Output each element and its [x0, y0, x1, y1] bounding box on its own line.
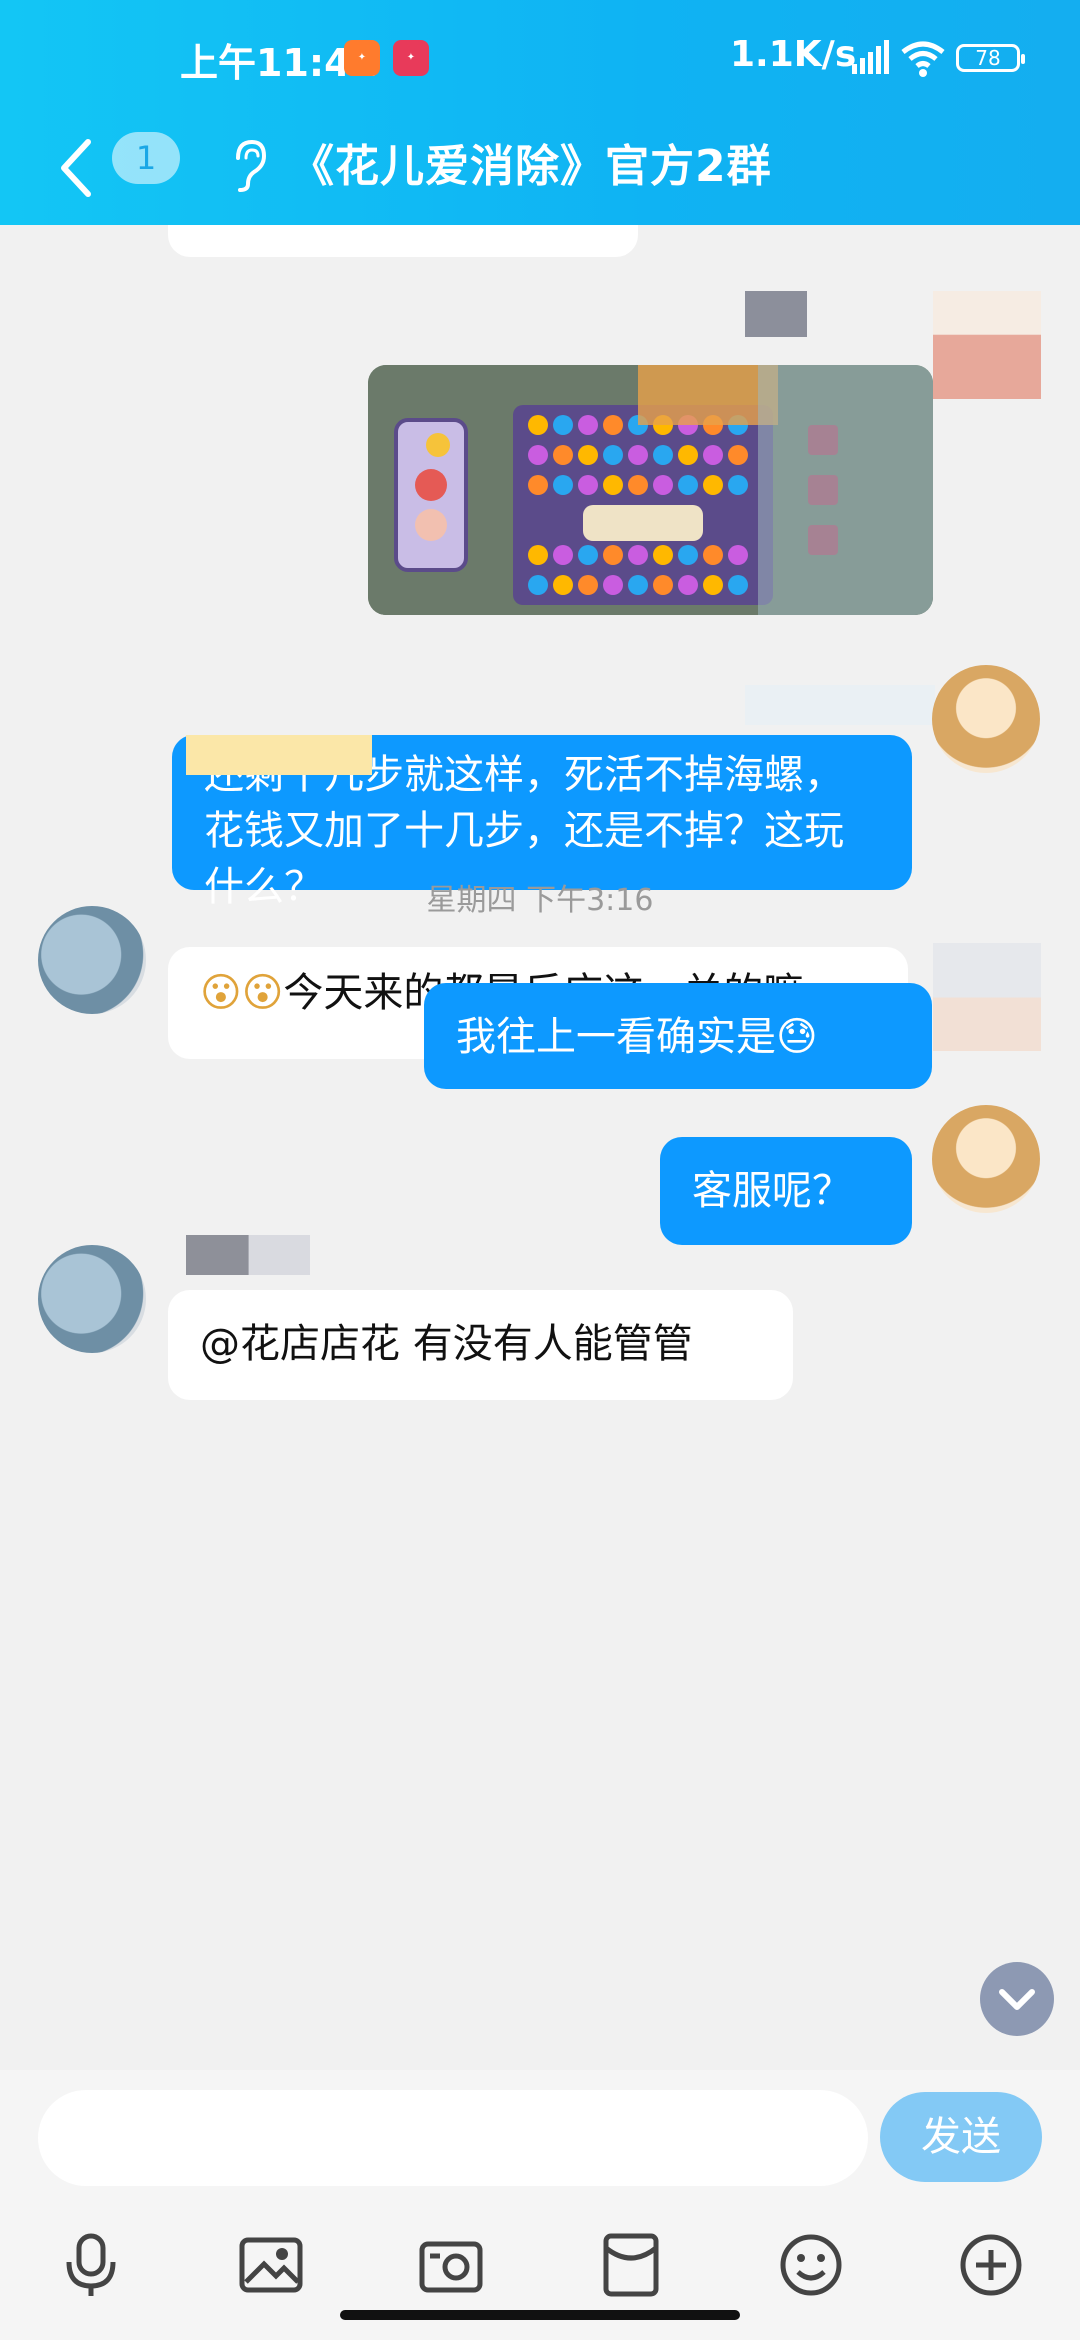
red-packet-icon[interactable]: [596, 2230, 666, 2300]
message-bubble[interactable]: 我往上一看确实是😓: [424, 983, 932, 1089]
signal-icon: [852, 40, 889, 74]
emoji-icon: 😓: [776, 1014, 818, 1060]
message-text: 我往上一看确实是: [456, 1014, 776, 1060]
message-text: @花店店花 有没有人能管管: [200, 1321, 693, 1367]
status-bar: 上午11:41 ✦ ✦ 1.1K/s 78: [0, 0, 1080, 110]
pixelated-sender-name: [745, 685, 935, 725]
chat-header: 上午11:41 ✦ ✦ 1.1K/s 78 1 《花儿爱消除》官方2群: [0, 0, 1080, 225]
ear-icon[interactable]: [228, 138, 268, 194]
my-avatar[interactable]: [932, 665, 1040, 773]
battery-indicator: 78: [956, 44, 1025, 72]
back-icon[interactable]: [52, 128, 102, 208]
pixelated-sender-name: [745, 291, 807, 337]
input-bar: 发送: [0, 2070, 1080, 2340]
scroll-to-bottom-button[interactable]: [980, 1962, 1054, 2036]
sender-avatar[interactable]: [38, 1245, 146, 1353]
camera-icon[interactable]: [416, 2230, 486, 2300]
app-notification-icon: ✦: [393, 40, 429, 76]
message-list[interactable]: 还剩十几步就这样，死活不掉海螺，花钱又加了十几步，还是不掉？这玩什么？ 😮😮今天…: [0, 225, 1080, 2070]
pixelated-sender-name: [186, 1235, 310, 1275]
network-speed: 1.1K/s: [730, 34, 857, 75]
message-bubble[interactable]: @花店店花 有没有人能管管: [168, 1290, 793, 1400]
chat-title[interactable]: 《花儿爱消除》官方2群: [290, 130, 772, 194]
message-timestamp: 星期四 下午3:16: [426, 883, 654, 918]
my-avatar[interactable]: [932, 1105, 1040, 1213]
image-icon[interactable]: [236, 2230, 306, 2300]
pixelated-avatar: [933, 291, 1041, 399]
message-input[interactable]: [38, 2090, 868, 2186]
message-bubble-partial: [168, 225, 638, 257]
message-text: 客服呢？: [692, 1168, 852, 1214]
chat-navbar: 1 《花儿爱消除》官方2群: [0, 110, 1080, 225]
emoji-picker-icon[interactable]: [776, 2230, 846, 2300]
game-screenshot-image[interactable]: [368, 365, 933, 615]
pixelated-sender-name: [186, 735, 372, 775]
chevron-down-icon: [999, 1989, 1035, 2010]
microphone-icon[interactable]: [56, 2230, 126, 2300]
game-board-graphic: [368, 365, 933, 615]
wifi-icon: [901, 41, 945, 77]
home-indicator[interactable]: [340, 2310, 740, 2320]
more-options-icon[interactable]: [956, 2230, 1026, 2300]
message-bubble[interactable]: 客服呢？: [660, 1137, 912, 1245]
app-notification-icon: ✦: [344, 40, 380, 76]
send-button[interactable]: 发送: [880, 2092, 1042, 2182]
unread-count-badge[interactable]: 1: [112, 132, 180, 184]
emoji-icon: 😮😮: [200, 970, 284, 1016]
pixelated-avatar: [933, 943, 1041, 1051]
sender-avatar[interactable]: [38, 906, 146, 1014]
